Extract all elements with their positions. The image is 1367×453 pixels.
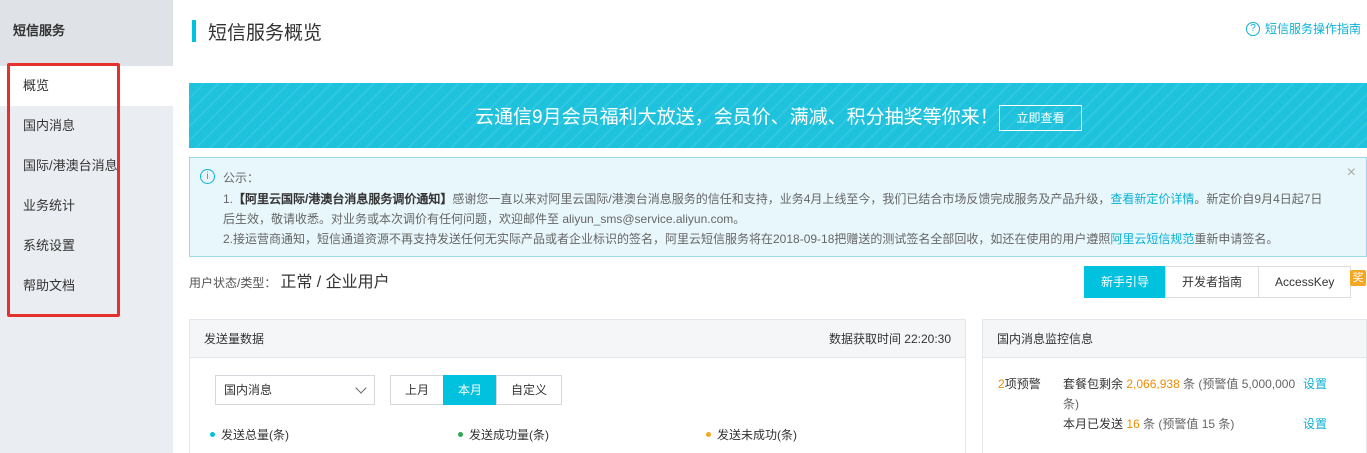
- legend-dot: [706, 432, 711, 437]
- package-remaining-label: 套餐包剩余: [1063, 377, 1124, 391]
- banner-view-button[interactable]: 立即查看: [999, 105, 1082, 131]
- notice-label: 公示：: [223, 171, 260, 185]
- award-badge: 奖: [1350, 270, 1366, 286]
- set-package-alert-link[interactable]: 设置: [1303, 375, 1327, 392]
- sidebar-menu: 概览 国内消息 国际/港澳台消息 业务统计 系统设置 帮助文档: [0, 66, 173, 306]
- send-panel-title: 发送量数据: [204, 332, 265, 346]
- user-status-label: 用户状态/类型：: [189, 276, 277, 290]
- notice-line-3-suffix: 重新申请签名。: [1194, 232, 1279, 246]
- notice-line-1-bold: 【阿里云国际/港澳台消息服务调价通知】: [233, 192, 453, 206]
- notice-line-1-suffix: 。新定价自9月4日起7日: [1194, 192, 1323, 206]
- user-status: 用户状态/类型： 正常 / 企业用户: [189, 268, 390, 292]
- send-volume-panel: 发送量数据 数据获取时间 22:20:30 国内消息 上月 本月 自定义 发送总…: [189, 319, 966, 453]
- notice-line-1: 1.【阿里云国际/港澳台消息服务调价通知】感谢您一直以来对阿里云国际/港澳台消息…: [223, 190, 1322, 207]
- main-content: 短信服务概览 ? 短信服务操作指南 云通信9月会员福利大放送，会员价、满减、积分…: [173, 0, 1367, 453]
- month-sent: 本月已发送 16 条 (预警值 15 条): [1063, 415, 1234, 432]
- sidebar-item-settings[interactable]: 系统设置: [0, 226, 173, 266]
- guide-tabs: 新手引导 开发者指南 AccessKey: [1084, 266, 1352, 298]
- range-custom[interactable]: 自定义: [496, 375, 563, 405]
- legend-success: 发送成功量(条): [458, 426, 549, 443]
- notice-line-1-prefix: 1.: [223, 192, 234, 206]
- message-type-select[interactable]: 国内消息: [215, 375, 375, 405]
- notice-line-3: 2.接运营商通知，短信通道资源不再支持发送任何无实际产品或者企业标识的签名，阿里…: [223, 230, 1278, 247]
- pricing-details-link[interactable]: 查看新定价详情: [1110, 192, 1194, 206]
- header-accent-bar: [192, 20, 196, 42]
- month-sent-value: 16: [1126, 417, 1140, 431]
- legend-dot: [458, 432, 463, 437]
- legend-success-label: 发送成功量(条): [469, 428, 549, 442]
- page-header: 短信服务概览: [192, 20, 323, 44]
- sms-spec-link[interactable]: 阿里云短信规范: [1110, 232, 1194, 246]
- range-last-month[interactable]: 上月: [390, 375, 445, 405]
- legend-dot: [210, 432, 215, 437]
- notice-line-1-text: 感谢您一直以来对阿里云国际/港澳台消息服务的信任和支持，业务4月上线至今，我们已…: [452, 192, 1111, 206]
- message-type-select-value: 国内消息: [224, 383, 273, 397]
- send-panel-header: 发送量数据 数据获取时间 22:20:30: [190, 320, 965, 358]
- package-remaining: 套餐包剩余 2,066,938 条 (预警值 5,000,000: [1063, 375, 1295, 392]
- fetch-time: 数据获取时间 22:20:30: [828, 332, 951, 346]
- sidebar-title: 短信服务: [0, 0, 173, 66]
- tab-accesskey[interactable]: AccessKey: [1258, 266, 1352, 298]
- promo-banner[interactable]: 云通信9月会员福利大放送，会员价、满减、积分抽奖等你来！ 立即查看: [189, 83, 1367, 148]
- sidebar-item-statistics[interactable]: 业务统计: [0, 186, 173, 226]
- legend-failed: 发送未成功(条): [706, 426, 797, 443]
- date-range-group: 上月 本月 自定义: [390, 375, 563, 405]
- sidebar: 短信服务 概览 国内消息 国际/港澳台消息 业务统计 系统设置 帮助文档: [0, 0, 173, 453]
- sidebar-item-domestic[interactable]: 国内消息: [0, 106, 173, 146]
- user-status-value: 正常 / 企业用户: [280, 274, 390, 291]
- legend-total: 发送总量(条): [210, 426, 289, 443]
- info-icon: i: [200, 169, 215, 184]
- guide-link[interactable]: ? 短信服务操作指南: [1245, 20, 1361, 37]
- alert-number: 2: [998, 377, 1005, 391]
- sidebar-item-international[interactable]: 国际/港澳台消息: [0, 146, 173, 186]
- chevron-down-icon: [355, 382, 367, 394]
- monitor-panel-title: 国内消息监控信息: [997, 332, 1094, 346]
- tab-developer-guide[interactable]: 开发者指南: [1165, 266, 1260, 298]
- tab-beginner-guide[interactable]: 新手引导: [1084, 266, 1167, 298]
- package-remaining-value: 2,066,938: [1126, 377, 1180, 391]
- banner-text: 云通信9月会员福利大放送，会员价、满减、积分抽奖等你来！: [475, 107, 999, 128]
- guide-link-label: 短信服务操作指南: [1264, 22, 1361, 36]
- package-remaining-cont: 条): [1063, 397, 1079, 411]
- legend-failed-label: 发送未成功(条): [717, 428, 797, 442]
- range-this-month[interactable]: 本月: [443, 375, 498, 405]
- notice-box: i 公示： × 1.【阿里云国际/港澳台消息服务调价通知】感谢您一直以来对阿里云…: [189, 157, 1367, 257]
- legend-total-label: 发送总量(条): [221, 428, 289, 442]
- notice-line-3-text: 2.接运营商通知，短信通道资源不再支持发送任何无实际产品或者企业标识的签名，阿里…: [223, 232, 1111, 246]
- notice-line-2: 后生效，敬请收悉。对业务或本次调价有任何问题，欢迎邮件至 aliyun_sms@…: [223, 212, 746, 226]
- month-sent-threshold: 条 (预警值 15 条): [1143, 417, 1235, 431]
- help-circle-icon: ?: [1245, 21, 1260, 36]
- alert-text: 项预警: [1004, 377, 1041, 391]
- month-sent-label: 本月已发送: [1063, 417, 1124, 431]
- package-remaining-threshold: 条 (预警值 5,000,000: [1183, 377, 1296, 391]
- alert-count: 2项预警: [998, 375, 1041, 392]
- sidebar-item-help[interactable]: 帮助文档: [0, 266, 173, 306]
- sidebar-item-overview[interactable]: 概览: [0, 66, 173, 106]
- set-month-alert-link[interactable]: 设置: [1303, 415, 1327, 432]
- page-title: 短信服务概览: [208, 22, 323, 44]
- monitor-panel-header: 国内消息监控信息: [983, 320, 1366, 358]
- close-icon[interactable]: ×: [1347, 164, 1356, 182]
- monitor-panel: 国内消息监控信息 2项预警 套餐包剩余 2,066,938 条 (预警值 5,0…: [982, 319, 1367, 453]
